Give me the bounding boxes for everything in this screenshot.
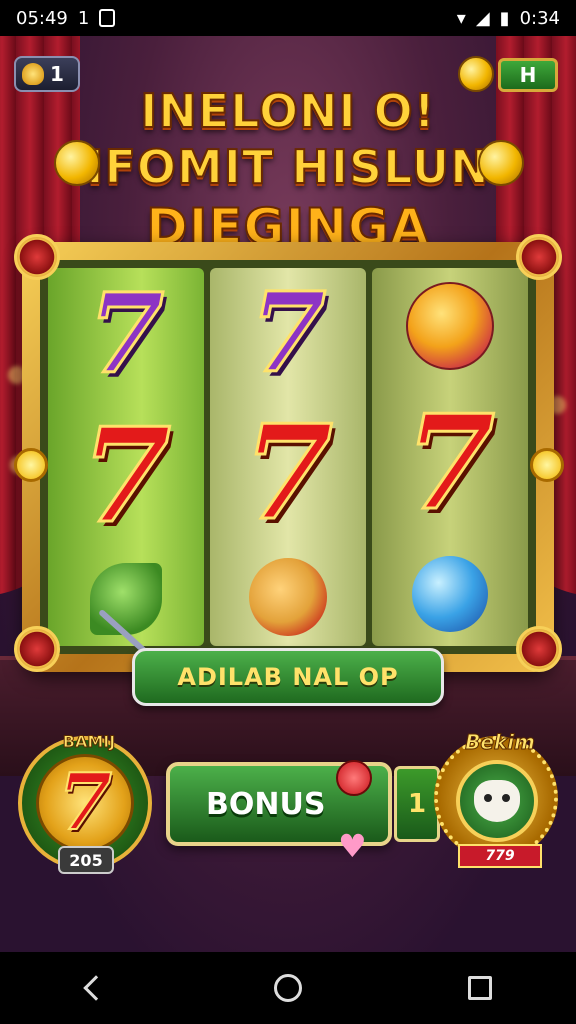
seven-medal-icon: 7 [36,754,134,852]
game-scene: 1 H INELONI O! IFOMIT HISLUN DIEGINGA 7 … [0,36,576,952]
right-badge-value: 779 [458,844,542,868]
reel-1[interactable]: 7 7 [48,268,204,646]
heart-icon: ♥ [338,827,367,865]
red-seven-symbol: 7 [241,396,334,549]
side-gem-icon [14,448,48,482]
back-icon [83,975,109,1001]
reel-3[interactable]: 7 [372,268,528,646]
signal-icon: ◢ [475,7,490,29]
cat-icon [474,780,520,822]
recents-icon [468,976,492,1000]
status-time: 05:49 [16,7,68,29]
left-badge-label: BAMIJ [62,732,116,752]
bonus-label: BONUS [206,786,326,822]
reels: 7 7 7 7 7 [40,260,536,654]
right-badge-label: Bekim [465,730,536,755]
purple-seven-symbol: 7 [86,269,166,398]
red-seven-symbol: 7 [403,386,496,539]
right-badge[interactable]: Bekim 779 [434,730,558,868]
cat-medal [456,760,538,842]
navigation-bar [0,952,576,1024]
side-button[interactable]: 1 [394,766,440,842]
back-button[interactable] [76,968,116,1008]
red-seven-symbol: 7 [57,757,113,848]
slot-machine-frame: 7 7 7 7 7 [22,242,554,672]
purple-seven-symbol: 7 [248,268,328,397]
status-bar: 05:49 1 ▾ ◢ ▮ 0:34 [0,0,576,36]
notification-icon [99,9,116,27]
red-seven-symbol: 7 [79,399,172,552]
left-badge-count: 205 [58,846,114,874]
pear-fruit-icon [406,282,494,370]
frame-ornament [14,626,60,672]
coin-icon [478,140,524,186]
rocket-icon [22,63,44,85]
spin-banner-button[interactable]: ADILAB NAL OP [132,648,444,706]
recents-button[interactable] [460,968,500,1008]
left-badge[interactable]: BAMIJ 7 205 [18,732,152,874]
wifi-icon: ▾ [456,7,466,29]
strawberry-icon [336,760,372,796]
home-icon [274,974,302,1002]
title-line-1: INELONI O! [139,83,436,139]
coin-icon [54,140,100,186]
reel-2[interactable]: 7 7 [210,268,366,646]
status-indicator: 1 [77,7,90,29]
leaf-fruit-icon [90,563,162,635]
frame-ornament [516,626,562,672]
status-clock: 0:34 [519,7,560,29]
battery-icon: ▮ [499,7,510,29]
side-gem-icon [530,448,564,482]
frame-ornament [516,234,562,280]
frame-ornament [14,234,60,280]
blue-fruit-icon [412,556,488,632]
home-button[interactable] [268,968,308,1008]
lives-count: 1 [50,62,64,86]
apple-fruit-icon [249,558,327,636]
